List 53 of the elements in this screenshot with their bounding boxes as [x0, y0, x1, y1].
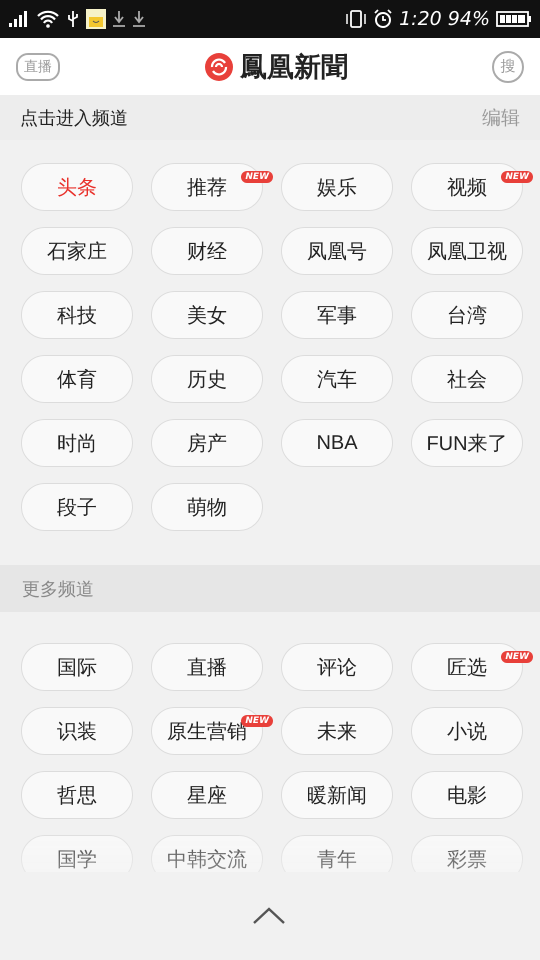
bag-icon	[86, 9, 106, 29]
new-badge: NEW	[501, 171, 533, 183]
battery-icon	[496, 10, 532, 28]
channel-chip[interactable]: 国学	[21, 835, 133, 872]
channel-chip[interactable]: 科技	[21, 291, 133, 339]
channel-chip[interactable]: 凤凰卫视	[411, 227, 523, 275]
channel-chip[interactable]: 时尚	[21, 419, 133, 467]
channel-chip[interactable]: 萌物	[151, 483, 263, 531]
channel-chip[interactable]: 段子	[21, 483, 133, 531]
channel-chip[interactable]: 美女	[151, 291, 263, 339]
signal-icon	[8, 10, 30, 28]
channel-chip[interactable]: 汽车	[281, 355, 393, 403]
channel-chip[interactable]: 体育	[21, 355, 133, 403]
section-title: 点击进入频道	[20, 106, 128, 130]
channel-chip[interactable]: 军事	[281, 291, 393, 339]
channel-chip[interactable]: NBA	[281, 419, 393, 467]
channel-chip[interactable]: 星座	[151, 771, 263, 819]
channel-chip[interactable]: 未来	[281, 707, 393, 755]
wifi-icon	[36, 10, 60, 28]
vibrate-icon	[345, 9, 368, 29]
download-icon	[132, 10, 146, 28]
alarm-icon	[373, 9, 394, 29]
download-icon	[112, 10, 126, 28]
channel-chip[interactable]: FUN来了	[411, 419, 523, 467]
channel-chip[interactable]: 识装	[21, 707, 133, 755]
channel-chip[interactable]: 直播	[151, 643, 263, 691]
collapse-icon[interactable]	[252, 907, 286, 925]
channel-chip[interactable]: 哲思	[21, 771, 133, 819]
logo-icon	[204, 52, 234, 82]
channel-chip[interactable]: 暖新闻	[281, 771, 393, 819]
clock-time: 1:20	[399, 8, 442, 30]
channel-chip[interactable]: 彩票	[411, 835, 523, 872]
channel-chip[interactable]: 小说	[411, 707, 523, 755]
section-title: 更多频道	[22, 578, 94, 600]
channel-chip[interactable]: 石家庄	[21, 227, 133, 275]
channel-chip[interactable]: 社会	[411, 355, 523, 403]
channel-chip[interactable]: 头条	[21, 163, 133, 211]
channel-chip[interactable]: 财经	[151, 227, 263, 275]
channel-chip[interactable]: 电影	[411, 771, 523, 819]
channel-chip[interactable]: 房产	[151, 419, 263, 467]
new-badge: NEW	[501, 651, 533, 663]
channel-chip[interactable]: 青年	[281, 835, 393, 872]
battery-percent: 94%	[448, 8, 490, 30]
new-badge: NEW	[241, 171, 273, 183]
app-title: 鳳凰新聞	[240, 50, 348, 84]
channel-chip[interactable]: 国际	[21, 643, 133, 691]
channel-chip[interactable]: 历史	[151, 355, 263, 403]
channel-chip[interactable]: 娱乐	[281, 163, 393, 211]
channel-chip[interactable]: 中韩交流	[151, 835, 263, 872]
channel-chip[interactable]: 凤凰号	[281, 227, 393, 275]
channel-chip[interactable]: 评论	[281, 643, 393, 691]
usb-icon	[66, 10, 80, 28]
channel-chip[interactable]: 台湾	[411, 291, 523, 339]
